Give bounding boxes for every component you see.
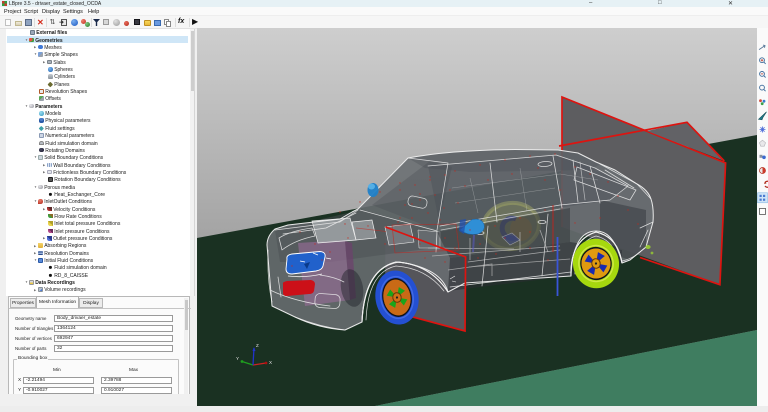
svg-text:Z: Z [256, 343, 259, 348]
svg-text:Y: Y [236, 356, 239, 361]
svg-text:X: X [269, 360, 272, 365]
